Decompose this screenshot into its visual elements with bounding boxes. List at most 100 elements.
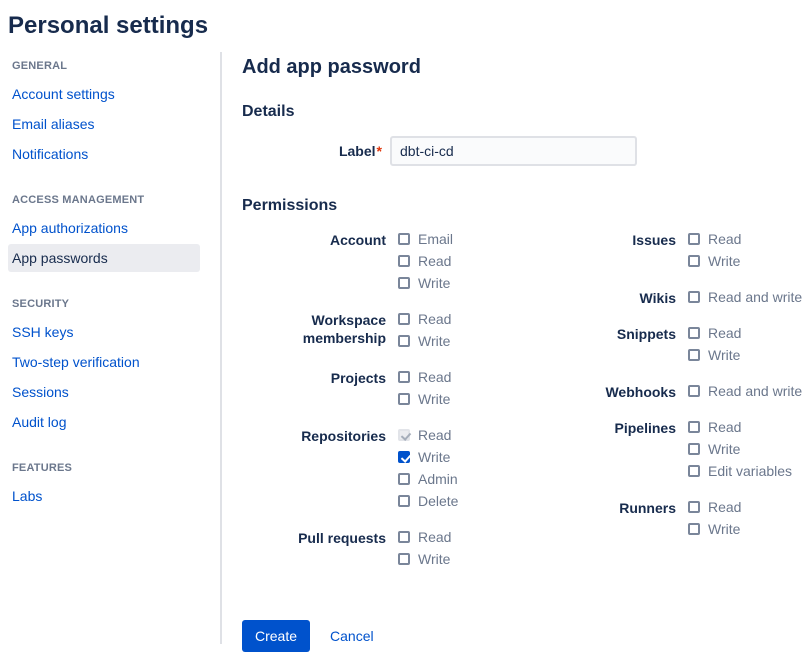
permission-option-label: Write [418,550,450,568]
permission-option-issues-read[interactable]: Read [688,230,808,248]
checkbox-repositories-write[interactable] [398,451,410,463]
checkbox-workspace-membership-write[interactable] [398,335,410,347]
permission-option-projects-read[interactable]: Read [398,368,532,386]
sidebar-item-audit-log[interactable]: Audit log [8,408,200,436]
checkbox-account-email[interactable] [398,233,410,245]
permission-options: Read Write [688,498,808,542]
permission-option-runners-read[interactable]: Read [688,498,808,516]
permission-option-label: Edit variables [708,462,792,480]
permission-option-pipelines-write[interactable]: Write [688,440,808,458]
checkbox-pull-requests-read[interactable] [398,531,410,543]
checkbox-account-read[interactable] [398,255,410,267]
permission-option-label: Write [708,346,740,364]
permission-group-repositories: RepositoriesReadWriteAdminDelete [242,426,532,514]
sidebar-section-header: GENERAL [0,56,220,76]
permission-group-label: Projects [242,368,398,412]
sidebar-section-security: SECURITY SSH keysTwo-step verificationSes… [0,294,220,436]
permission-option-label: Read [418,310,451,328]
checkbox-workspace-membership-read[interactable] [398,313,410,325]
required-asterisk: * [377,143,382,159]
permission-option-snippets-write[interactable]: Write [688,346,808,364]
permission-option-label: Read [418,426,451,444]
sidebar-item-app-passwords[interactable]: App passwords [8,244,200,272]
permission-options: Read Write Admin Delete [398,426,532,514]
permissions-column-1: AccountEmailReadWriteWorkspace membershi… [242,230,532,586]
checkbox-snippets-read[interactable] [688,327,700,339]
sidebar-item-app-authorizations[interactable]: App authorizations [8,214,200,242]
sidebar-item-ssh-keys[interactable]: SSH keys [8,318,200,346]
sidebar-item-notifications[interactable]: Notifications [8,140,200,168]
permission-option-pipelines-read[interactable]: Read [688,418,808,436]
permission-group-label: Pull requests [242,528,398,572]
permission-option-label: Read [418,252,451,270]
permission-option-pull-requests-read[interactable]: Read [398,528,532,546]
sidebar-section-header: FEATURES [0,458,220,478]
permission-option-webhooks-read-and-write[interactable]: Read and write [688,382,808,400]
checkbox-pipelines-edit-variables[interactable] [688,465,700,477]
permissions-columns: AccountEmailReadWriteWorkspace membershi… [242,230,808,586]
permission-option-projects-write[interactable]: Write [398,390,532,408]
checkbox-snippets-write[interactable] [688,349,700,361]
checkbox-pipelines-write[interactable] [688,443,700,455]
permission-option-wikis-read-and-write[interactable]: Read and write [688,288,808,306]
permission-group-label: Runners [532,498,688,542]
permission-group-issues: IssuesReadWrite [532,230,808,274]
permission-option-label: Read [418,368,451,386]
permission-option-issues-write[interactable]: Write [688,252,808,270]
permission-option-label: Write [418,390,450,408]
permission-group-pipelines: PipelinesReadWriteEdit variables [532,418,808,484]
permission-option-repositories-write[interactable]: Write [398,448,532,466]
sidebar-section-access-management: ACCESS MANAGEMENTApp authorizationsApp p… [0,190,220,272]
permission-option-runners-write[interactable]: Write [688,520,808,538]
permission-option-repositories-admin[interactable]: Admin [398,470,532,488]
main-content: Add app password Details Label* Permissi… [222,52,808,644]
permission-option-label: Read [708,418,741,436]
permission-option-label: Write [418,274,450,292]
sidebar-section-general: GENERAL Account settingsEmail aliasesNoti… [0,56,220,168]
sidebar-item-email-aliases[interactable]: Email aliases [8,110,200,138]
permission-options: Read and write [688,288,808,310]
permission-option-repositories-delete[interactable]: Delete [398,492,532,510]
permission-option-label: Read [708,230,741,248]
label-input[interactable] [390,136,637,166]
permission-option-account-write[interactable]: Write [398,274,532,292]
sidebar-item-sessions[interactable]: Sessions [8,378,200,406]
permissions-column-2: IssuesReadWriteWikisRead and writeSnippe… [532,230,808,556]
permission-option-account-email[interactable]: Email [398,230,532,248]
checkbox-repositories-admin[interactable] [398,473,410,485]
permission-options: Read Write [688,230,808,274]
permission-option-account-read[interactable]: Read [398,252,532,270]
permission-group-label: Workspace membership [242,310,398,354]
checkbox-projects-read[interactable] [398,371,410,383]
cancel-link[interactable]: Cancel [330,628,374,644]
checkbox-runners-write[interactable] [688,523,700,535]
checkbox-account-write[interactable] [398,277,410,289]
checkbox-repositories-delete[interactable] [398,495,410,507]
permission-group-wikis: WikisRead and write [532,288,808,310]
sidebar-section-header: SECURITY [0,294,220,314]
checkbox-issues-write[interactable] [688,255,700,267]
permission-group-account: AccountEmailReadWrite [242,230,532,296]
sidebar-item-labs[interactable]: Labs [8,482,200,510]
create-button[interactable]: Create [242,620,310,652]
checkbox-pipelines-read[interactable] [688,421,700,433]
permission-option-label: Read [708,498,741,516]
permission-option-snippets-read[interactable]: Read [688,324,808,342]
label-field-label-text: Label [339,143,376,159]
permission-option-pull-requests-write[interactable]: Write [398,550,532,568]
checkbox-webhooks-read-and-write[interactable] [688,385,700,397]
checkbox-wikis-read-and-write[interactable] [688,291,700,303]
permission-options: Read Write [398,310,532,354]
checkbox-projects-write[interactable] [398,393,410,405]
permission-option-pipelines-edit-variables[interactable]: Edit variables [688,462,808,480]
sidebar-item-account-settings[interactable]: Account settings [8,80,200,108]
sidebar-item-two-step-verification[interactable]: Two-step verification [8,348,200,376]
layout: GENERAL Account settingsEmail aliasesNoti… [0,52,808,644]
permission-option-label: Write [418,448,450,466]
checkbox-runners-read[interactable] [688,501,700,513]
permission-option-workspace-membership-write[interactable]: Write [398,332,532,350]
checkbox-pull-requests-write[interactable] [398,553,410,565]
permission-option-workspace-membership-read[interactable]: Read [398,310,532,328]
checkbox-issues-read[interactable] [688,233,700,245]
permission-option-label: Write [418,332,450,350]
